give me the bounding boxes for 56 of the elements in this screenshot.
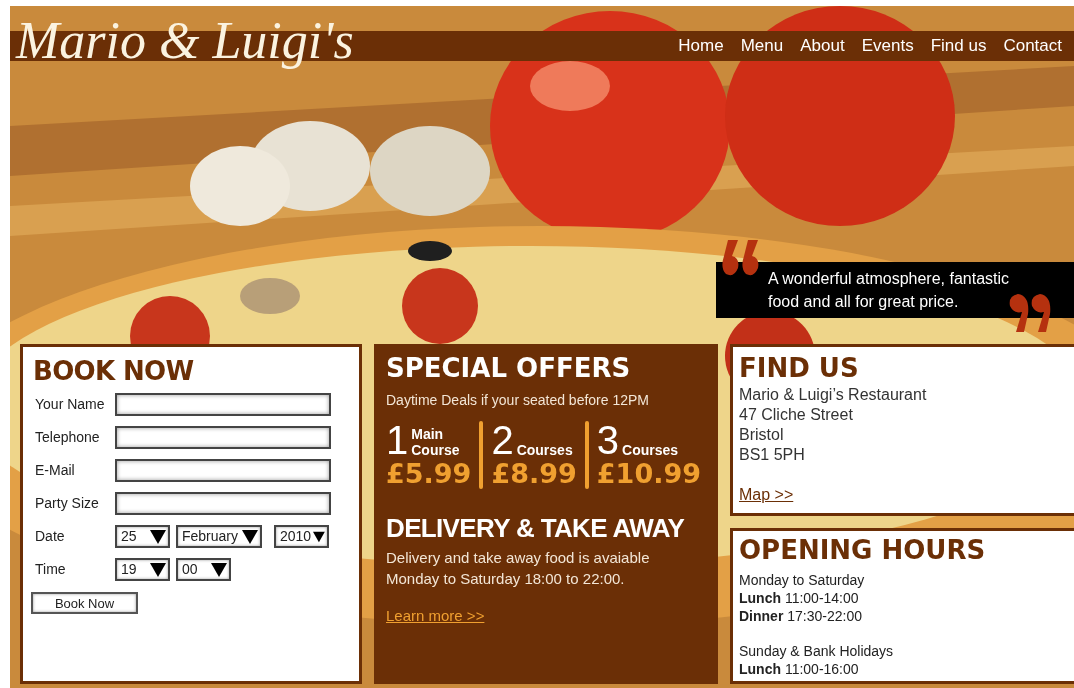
deal-label: Main Course — [411, 426, 460, 459]
nav-link[interactable]: Menu — [740, 33, 784, 59]
book-now-button[interactable]: Book Now — [31, 592, 138, 614]
field-label: Date — [34, 527, 66, 546]
deal-number: 3 — [596, 421, 620, 459]
field-label: Party Size — [34, 494, 100, 513]
nav-link[interactable]: Home — [678, 33, 724, 59]
panel-heading: OPENING HOURS — [739, 534, 987, 567]
deal-number: 1 — [386, 421, 409, 459]
map-link[interactable]: Map >> — [739, 483, 794, 507]
hours-line: Lunch 11:00-16:00 — [739, 660, 860, 678]
address-line: 47 Cliche Street — [739, 405, 854, 425]
dropdown-arrow-icon — [313, 529, 325, 544]
offers-subtitle: Daytime Deals if your seated before 12PM — [386, 391, 650, 410]
address-line: Mario & Luigi’s Restaurant — [739, 385, 928, 405]
dropdown-arrow-icon — [150, 562, 166, 577]
dropdown-arrow-icon — [211, 562, 227, 577]
deal-price: £10.99 — [596, 459, 701, 489]
panel-heading: BOOK NOW — [33, 355, 195, 388]
deal-number: 2 — [491, 421, 514, 459]
nav-link[interactable]: About — [800, 33, 845, 59]
field-label: Your Name — [34, 395, 106, 414]
deal-price: £5.99 — [386, 459, 472, 489]
delivery-text: Delivery and take away food is avaiable Monday to Saturday 18:00 to 22:00. — [386, 548, 651, 589]
input-field[interactable] — [115, 426, 331, 449]
dropdown-arrow-icon — [150, 529, 166, 544]
address-line: Bristol — [739, 425, 785, 445]
panel-heading: DELIVERY & TAKE AWAY — [386, 512, 686, 545]
dropdown[interactable]: 00 — [176, 558, 231, 581]
input-field[interactable] — [115, 459, 331, 482]
dropdown[interactable]: 19 — [115, 558, 170, 581]
field-label: Telephone — [34, 428, 101, 447]
nav-link[interactable]: Events — [861, 33, 914, 59]
logo: Mario & Luigi's — [16, 11, 354, 71]
hours-line: Monday to Saturday — [739, 571, 866, 589]
panel-heading: FIND US — [739, 352, 860, 385]
field-label: Time — [34, 560, 67, 579]
deal-label: Courses — [516, 442, 573, 459]
dropdown-arrow-icon — [242, 529, 258, 544]
dropdown[interactable]: 2010 — [274, 525, 329, 548]
field-label: E-Mail — [34, 461, 76, 480]
nav-link[interactable]: Find us — [930, 33, 987, 59]
quote-text: A wonderful atmosphere, fantastic food and all for great price. — [768, 269, 1011, 312]
panel-heading: SPECIAL OFFERS — [386, 352, 632, 385]
hours-line: Sunday & Bank Holidays — [739, 642, 895, 660]
dropdown[interactable]: February — [176, 525, 262, 548]
dropdown[interactable]: 25 — [115, 525, 170, 548]
deal-label: Courses — [622, 442, 679, 459]
input-field[interactable] — [115, 393, 331, 416]
hours-line: Lunch 11:00-14:00 — [739, 589, 860, 607]
hours-line: Dinner 17:30-22:00 — [739, 607, 863, 625]
learn-more-link[interactable]: Learn more >> — [386, 605, 485, 628]
nav-link[interactable]: Contact — [1003, 33, 1062, 59]
deal-price: £8.99 — [491, 459, 577, 489]
input-field[interactable] — [115, 492, 331, 515]
address-line: BS1 5PH — [739, 445, 806, 465]
